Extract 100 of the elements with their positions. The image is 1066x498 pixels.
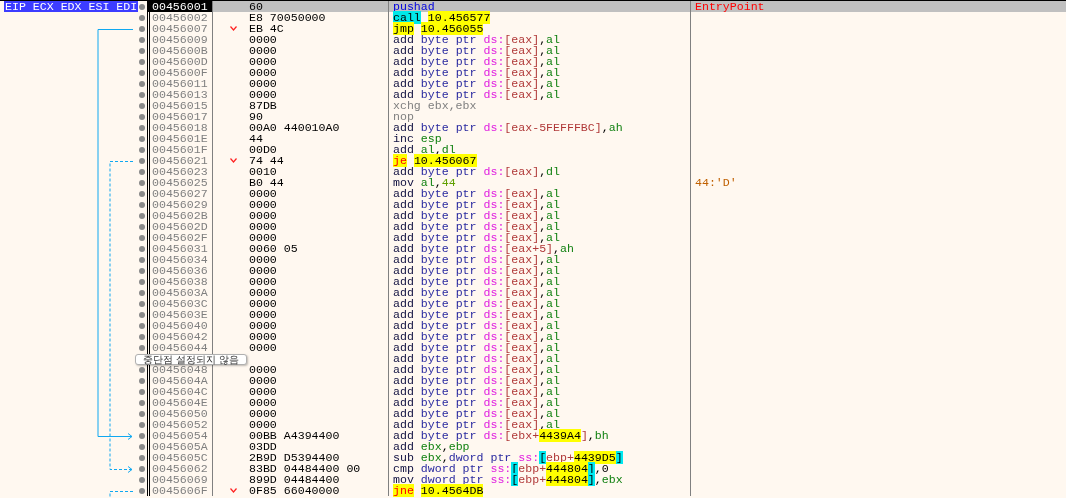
- address-cell[interactable]: 00456050: [147, 408, 212, 419]
- breakpoint-dot[interactable]: [138, 289, 145, 296]
- address-cell[interactable]: 00456069: [147, 474, 212, 485]
- instruction-text: add byte ptr ds:[eax],al: [393, 352, 561, 365]
- address-cell[interactable]: 0045604A: [147, 375, 212, 386]
- breakpoint-dot[interactable]: [138, 256, 145, 263]
- breakpoint-dot[interactable]: [138, 47, 145, 54]
- breakpoint-dot[interactable]: [138, 410, 145, 417]
- breakpoint-dot[interactable]: [138, 36, 145, 43]
- address-cell[interactable]: 0045605A: [147, 441, 212, 452]
- address-cell[interactable]: 0045601E: [147, 133, 212, 144]
- breakpoint-dot[interactable]: [138, 421, 145, 428]
- address-cell[interactable]: 0045602B: [147, 210, 212, 221]
- breakpoint-dot[interactable]: [138, 124, 145, 131]
- breakpoint-dot[interactable]: [138, 311, 145, 318]
- breakpoint-dot[interactable]: [138, 399, 145, 406]
- breakpoint-dot[interactable]: [138, 113, 145, 120]
- address-cell[interactable]: 00456018: [147, 122, 212, 133]
- instruction-text: xchg ebx,ebx: [393, 99, 477, 112]
- breakpoint-dot[interactable]: [138, 80, 145, 87]
- bytes-text: 0000: [249, 199, 277, 210]
- breakpoint-dot[interactable]: [138, 135, 145, 142]
- address-cell[interactable]: 00456011: [147, 78, 212, 89]
- breakpoint-dot[interactable]: [138, 168, 145, 175]
- address-cell[interactable]: 00456040: [147, 320, 212, 331]
- instruction-text: add byte ptr ds:[eax],al: [393, 330, 561, 343]
- address-cell[interactable]: 00456021: [147, 155, 212, 166]
- address-cell[interactable]: 0045603E: [147, 309, 212, 320]
- address-cell[interactable]: 00456007: [147, 23, 212, 34]
- address-cell[interactable]: 0045606F: [147, 485, 212, 496]
- breakpoint-dot[interactable]: [138, 69, 145, 76]
- bytes-text: 0000: [249, 320, 277, 331]
- breakpoint-dot[interactable]: [138, 157, 145, 164]
- address-cell[interactable]: 0045600B: [147, 45, 212, 56]
- breakpoint-dot[interactable]: [138, 487, 145, 494]
- address-cell[interactable]: 0045601F: [147, 144, 212, 155]
- address-cell[interactable]: 00456001: [147, 1, 212, 12]
- breakpoint-dot[interactable]: [138, 25, 145, 32]
- address-cell[interactable]: 00456031: [147, 243, 212, 254]
- address-cell[interactable]: 00456052: [147, 419, 212, 430]
- address-cell[interactable]: 0045604C: [147, 386, 212, 397]
- breakpoint-dot[interactable]: [138, 322, 145, 329]
- breakpoint-dot[interactable]: [138, 190, 145, 197]
- breakpoint-dot[interactable]: [138, 300, 145, 307]
- address-cell[interactable]: 00456062: [147, 463, 212, 474]
- breakpoint-dot[interactable]: [138, 366, 145, 373]
- address-cell[interactable]: 0045600D: [147, 56, 212, 67]
- breakpoint-dot[interactable]: [138, 102, 145, 109]
- address-cell[interactable]: 00456029: [147, 199, 212, 210]
- breakpoint-dot[interactable]: [138, 3, 145, 10]
- address-cell[interactable]: 00456027: [147, 188, 212, 199]
- breakpoint-dot[interactable]: [138, 432, 145, 439]
- breakpoint-dot[interactable]: [138, 377, 145, 384]
- address-cell[interactable]: 0045605C: [147, 452, 212, 463]
- instruction-text: add byte ptr ds:[eax],al: [393, 77, 561, 90]
- address-cell[interactable]: 00456034: [147, 254, 212, 265]
- address-cell[interactable]: 00456036: [147, 265, 212, 276]
- breakpoint-dot[interactable]: [138, 179, 145, 186]
- breakpoint-dot[interactable]: [138, 14, 145, 21]
- breakpoint-dot[interactable]: [138, 443, 145, 450]
- address-cell[interactable]: 00456015: [147, 100, 212, 111]
- breakpoint-dot[interactable]: [138, 223, 145, 230]
- breakpoint-dot[interactable]: [138, 234, 145, 241]
- breakpoint-dot[interactable]: [138, 454, 145, 461]
- address-cell[interactable]: 00456017: [147, 111, 212, 122]
- breakpoint-dot[interactable]: [138, 58, 145, 65]
- instruction-text: add byte ptr ds:[eax-5FEFFFBC],ah: [393, 121, 623, 134]
- breakpoint-dot[interactable]: [138, 146, 145, 153]
- breakpoint-dot[interactable]: [138, 201, 145, 208]
- bytes-text: 0000: [249, 408, 277, 419]
- address-cell[interactable]: 00456054: [147, 430, 212, 441]
- address-cell[interactable]: 0045603A: [147, 287, 212, 298]
- instruction-text: add ebx,ebp: [393, 440, 470, 453]
- instruction-text: mov al,44: [393, 176, 456, 189]
- breakpoint-dot[interactable]: [138, 476, 145, 483]
- breakpoint-dot[interactable]: [138, 278, 145, 285]
- breakpoint-dot[interactable]: [138, 388, 145, 395]
- address-cell[interactable]: 0045600F: [147, 67, 212, 78]
- address-cell[interactable]: 0045604E: [147, 397, 212, 408]
- address-cell[interactable]: 00456038: [147, 276, 212, 287]
- address-cell[interactable]: 00456023: [147, 166, 212, 177]
- breakpoint-dot[interactable]: [138, 267, 145, 274]
- breakpoint-dot[interactable]: [138, 465, 145, 472]
- breakpoint-dot[interactable]: [138, 91, 145, 98]
- bytes-text: 0000: [249, 78, 277, 89]
- address-cell[interactable]: 00456009: [147, 34, 212, 45]
- bytes-text: 0010: [249, 166, 277, 177]
- bytes-text: 00A0 440010A0: [249, 122, 340, 133]
- address-cell[interactable]: 00456013: [147, 89, 212, 100]
- breakpoint-dot[interactable]: [138, 333, 145, 340]
- address-cell[interactable]: 0045602D: [147, 221, 212, 232]
- breakpoint-dot[interactable]: [138, 212, 145, 219]
- address-cell[interactable]: 00456025: [147, 177, 212, 188]
- bytes-text: 0000: [249, 419, 277, 430]
- address-cell[interactable]: 00456002: [147, 12, 212, 23]
- breakpoint-dot[interactable]: [138, 245, 145, 252]
- breakpoint-dot[interactable]: [138, 344, 145, 351]
- address-cell[interactable]: 0045603C: [147, 298, 212, 309]
- address-cell[interactable]: 0045602F: [147, 232, 212, 243]
- address-cell[interactable]: 00456042: [147, 331, 212, 342]
